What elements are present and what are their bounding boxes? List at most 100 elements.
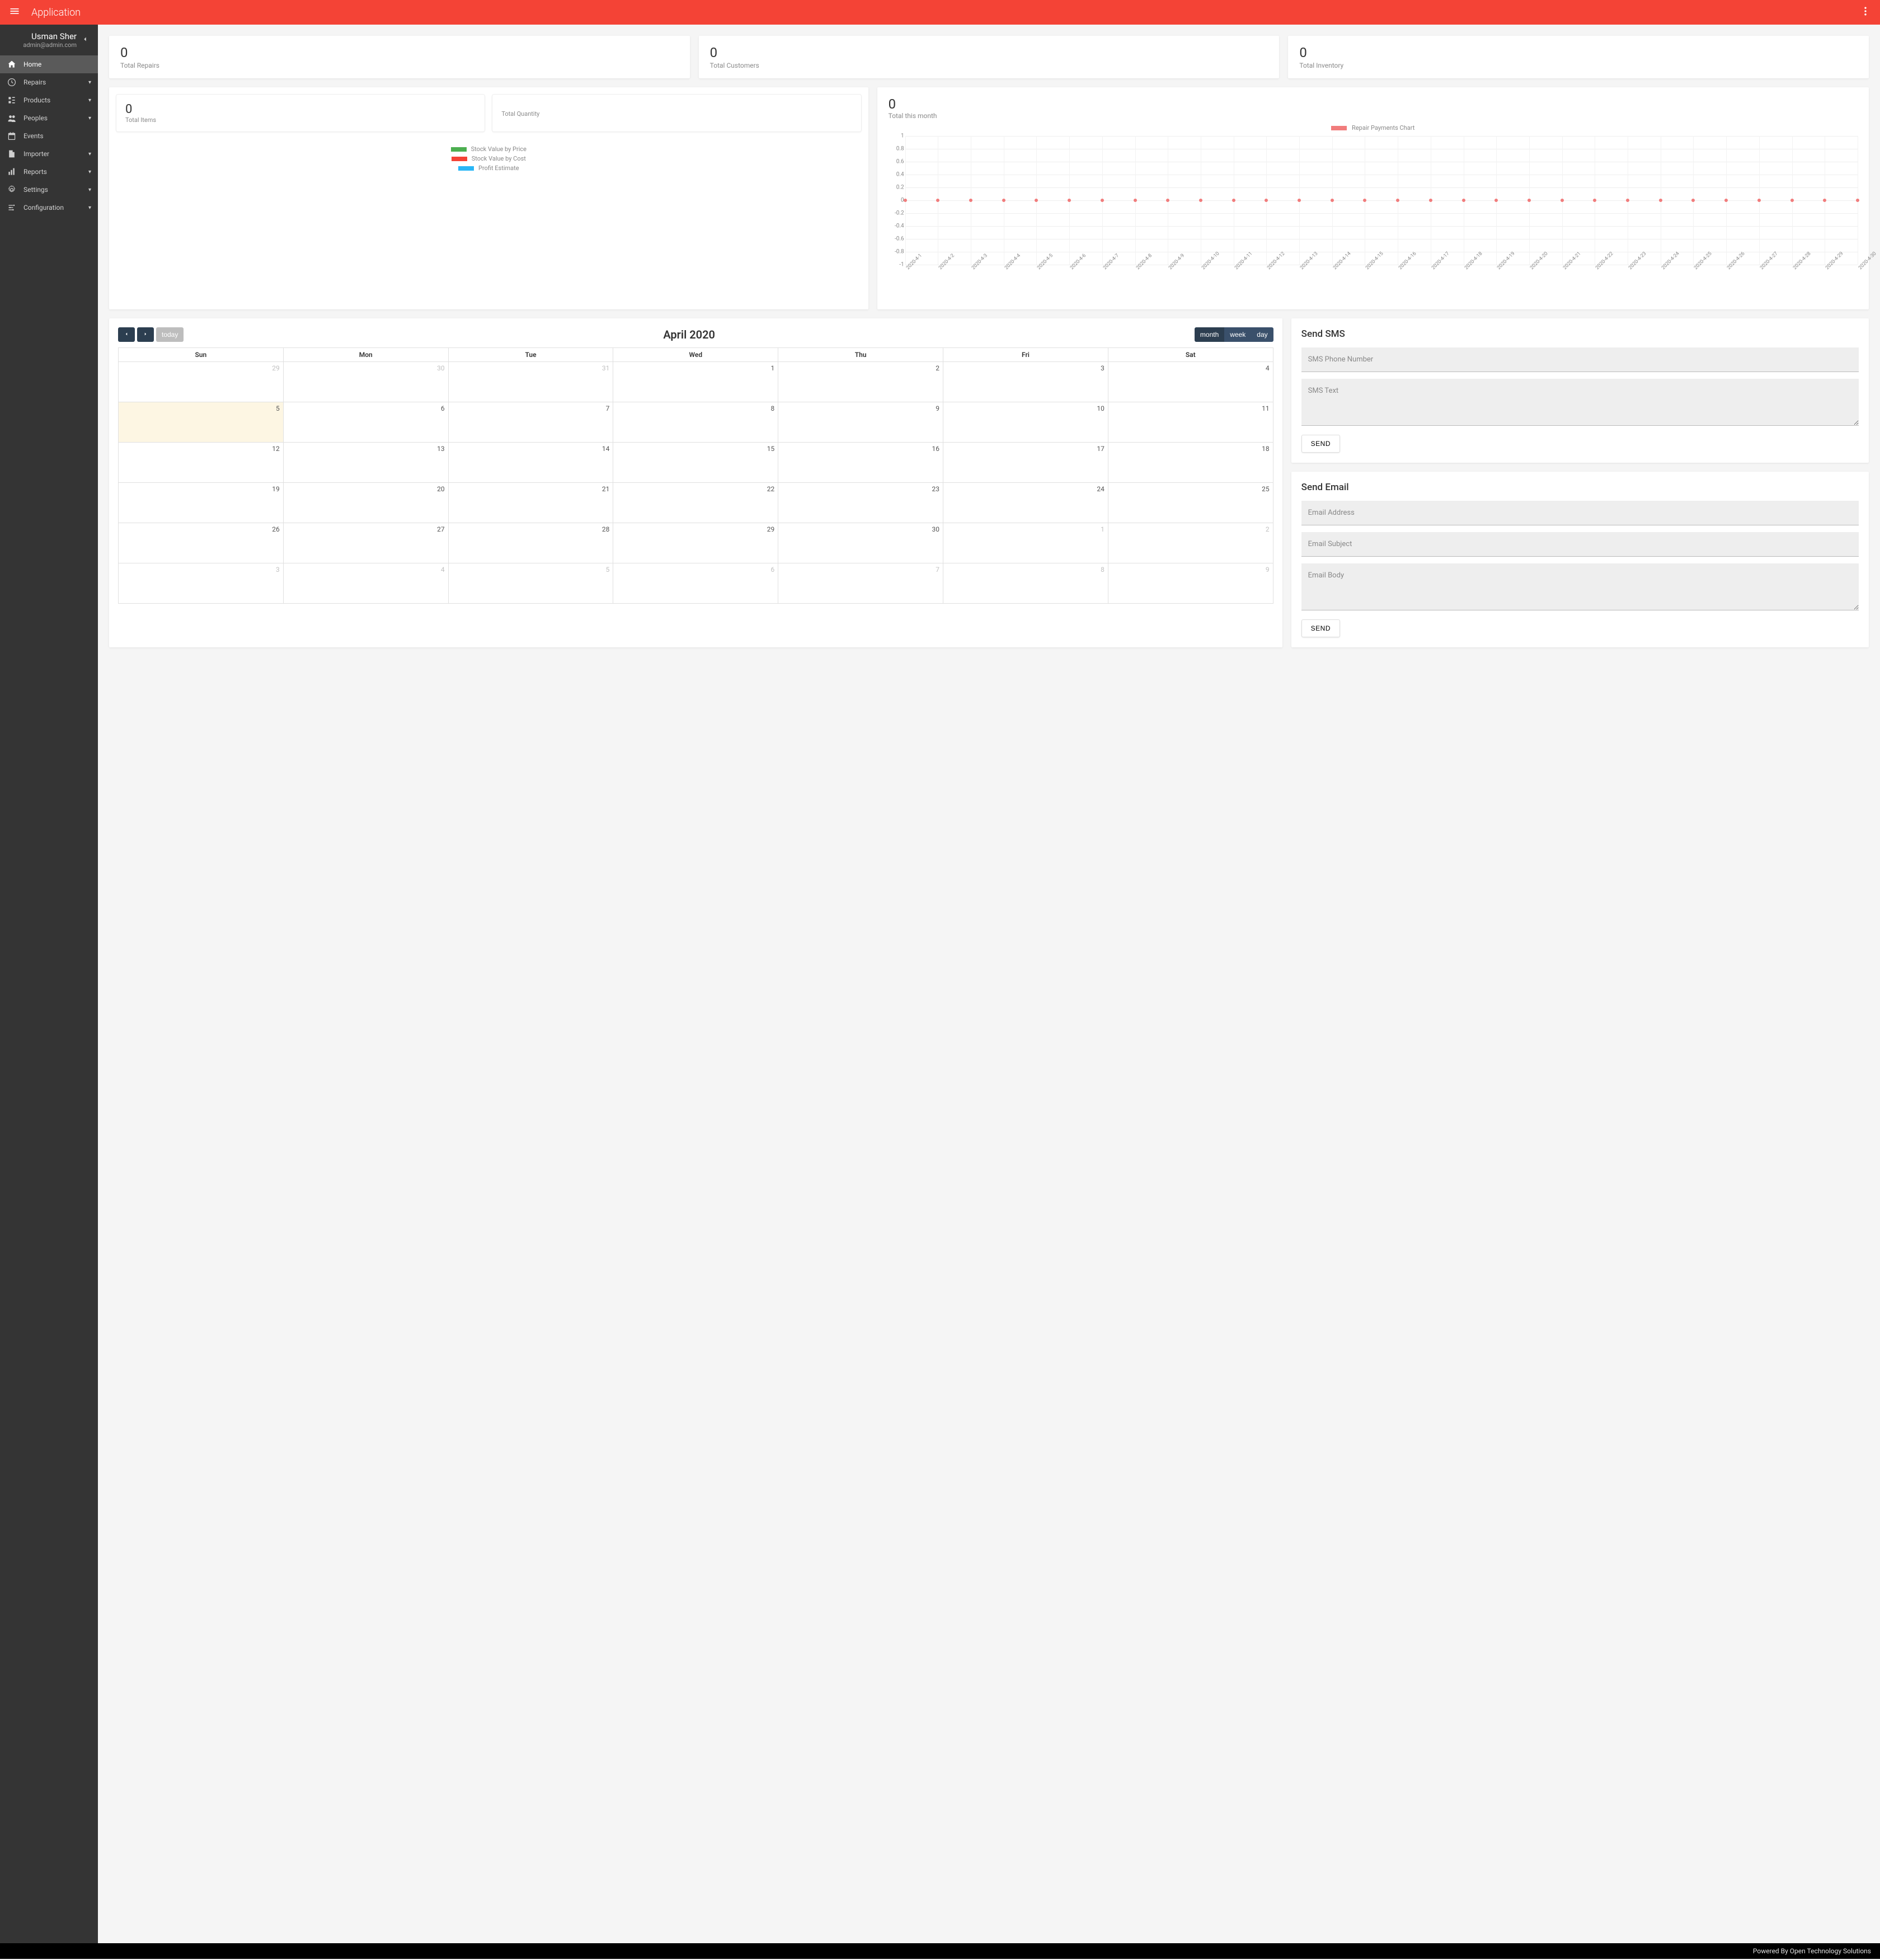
sms-text-input[interactable] (1301, 379, 1859, 426)
kpi-label: Total Customers (710, 62, 1268, 69)
data-point (1462, 199, 1465, 202)
calendar-cell[interactable]: 31 (449, 362, 614, 402)
calendar-cell[interactable]: 13 (284, 443, 449, 483)
user-block: Usman Sher admin@admin.com (0, 25, 98, 55)
calendar-cell[interactable]: 2 (1108, 523, 1273, 563)
data-point (1429, 199, 1432, 202)
calendar-cell[interactable]: 5 (449, 563, 614, 604)
calendar-cell[interactable]: 9 (1108, 563, 1273, 604)
calendar-cell[interactable]: 22 (613, 483, 778, 523)
calendar-cell[interactable]: 8 (943, 563, 1108, 604)
sidebar-item-reports[interactable]: Reports ▾ (0, 163, 98, 181)
calendar-cell[interactable]: 15 (613, 443, 778, 483)
email-send-button[interactable]: SEND (1301, 619, 1340, 637)
email-address-input[interactable] (1301, 501, 1859, 525)
legend-swatch (452, 157, 467, 161)
calendar-cell[interactable]: 24 (943, 483, 1108, 523)
products-icon (7, 95, 17, 105)
legend-label: Stock Value by Price (471, 145, 527, 153)
calendar-cell[interactable]: 3 (943, 362, 1108, 402)
hamburger-icon[interactable] (9, 6, 20, 19)
sidebar-item-home[interactable]: Home (0, 55, 98, 73)
calendar-cell[interactable]: 26 (119, 523, 284, 563)
calendar-cell[interactable]: 27 (284, 523, 449, 563)
calendar-cell[interactable]: 29 (119, 362, 284, 402)
calendar-cell[interactable]: 1 (943, 523, 1108, 563)
sidebar-item-peoples[interactable]: Peoples ▾ (0, 109, 98, 127)
data-point (1232, 199, 1235, 202)
calendar-cell[interactable]: 1 (613, 362, 778, 402)
calendar-cell[interactable]: 18 (1108, 443, 1273, 483)
sidebar-item-configuration[interactable]: Configuration ▾ (0, 199, 98, 217)
data-point (1856, 199, 1859, 202)
data-point (1002, 199, 1005, 202)
calendar-cell[interactable]: 11 (1108, 402, 1273, 443)
calendar-cell[interactable]: 6 (613, 563, 778, 604)
y-tick: -0.4 (889, 223, 904, 229)
calendar-cell[interactable]: 3 (119, 563, 284, 604)
calendar-cell[interactable]: 25 (1108, 483, 1273, 523)
sms-phone-input[interactable] (1301, 347, 1859, 372)
calendar-cell[interactable]: 6 (284, 402, 449, 443)
calendar-cell[interactable]: 20 (284, 483, 449, 523)
data-point (1035, 199, 1038, 202)
data-point (904, 199, 907, 202)
chart-card: 0 Total this month Repair Payments Chart… (877, 87, 1869, 309)
y-tick: -0.6 (889, 236, 904, 242)
sidebar-item-repairs[interactable]: Repairs ▾ (0, 73, 98, 91)
sidebar-item-settings[interactable]: Settings ▾ (0, 181, 98, 199)
data-point (1757, 199, 1761, 202)
calendar-cell[interactable]: 10 (943, 402, 1108, 443)
data-point (1068, 199, 1071, 202)
chart-plot-area: 10.80.60.40.20-0.2-0.4-0.6-0.8-1 (905, 136, 1858, 265)
kpi-value: 0 (125, 102, 476, 116)
chart-legend-label: Repair Payments Chart (1352, 124, 1414, 131)
calendar-cell[interactable]: 5 (119, 402, 284, 443)
y-tick: -1 (889, 262, 904, 268)
kpi-label: Total Repairs (120, 62, 679, 69)
calendar-view-day[interactable]: day (1251, 327, 1273, 342)
calendar-view-month[interactable]: month (1195, 327, 1224, 342)
calendar-day-header: Thu (778, 348, 943, 362)
calendar-cell[interactable]: 19 (119, 483, 284, 523)
calendar-cell[interactable]: 4 (284, 563, 449, 604)
email-subject-input[interactable] (1301, 532, 1859, 557)
calendar-cell[interactable]: 21 (449, 483, 614, 523)
calendar-cell[interactable]: 23 (778, 483, 943, 523)
chevron-down-icon: ▾ (88, 151, 91, 157)
calendar-cell[interactable]: 2 (778, 362, 943, 402)
home-icon (7, 59, 17, 69)
total-quantity-kpi: Total Quantity (492, 94, 861, 132)
calendar-cell[interactable]: 30 (284, 362, 449, 402)
calendar-cell[interactable]: 4 (1108, 362, 1273, 402)
sidebar-item-products[interactable]: Products ▾ (0, 91, 98, 109)
calendar-cell[interactable]: 14 (449, 443, 614, 483)
calendar-today-button[interactable]: today (156, 327, 184, 342)
calendar-view-week[interactable]: week (1224, 327, 1251, 342)
peoples-icon (7, 113, 17, 123)
data-point (1561, 199, 1564, 202)
calendar-next-button[interactable] (137, 327, 154, 342)
calendar-cell[interactable]: 29 (613, 523, 778, 563)
calendar-cell[interactable]: 28 (449, 523, 614, 563)
chevron-left-icon[interactable] (81, 35, 89, 45)
email-body-input[interactable] (1301, 563, 1859, 610)
calendar-cell[interactable]: 12 (119, 443, 284, 483)
calendar-cell[interactable]: 30 (778, 523, 943, 563)
chevron-down-icon: ▾ (88, 187, 91, 193)
calendar-cell[interactable]: 17 (943, 443, 1108, 483)
calendar-cell[interactable]: 16 (778, 443, 943, 483)
more-icon[interactable] (1860, 6, 1871, 19)
calendar-prev-button[interactable] (118, 327, 135, 342)
sidebar-item-importer[interactable]: Importer ▾ (0, 145, 98, 163)
events-icon (7, 131, 17, 141)
kpi-card: 0Total Repairs (109, 36, 690, 78)
calendar-cell[interactable]: 7 (778, 563, 943, 604)
sidebar-item-events[interactable]: Events (0, 127, 98, 145)
sms-send-button[interactable]: SEND (1301, 435, 1340, 453)
kpi-label: Total this month (889, 112, 1858, 120)
calendar-cell[interactable]: 7 (449, 402, 614, 443)
data-point (969, 199, 972, 202)
calendar-cell[interactable]: 8 (613, 402, 778, 443)
calendar-cell[interactable]: 9 (778, 402, 943, 443)
